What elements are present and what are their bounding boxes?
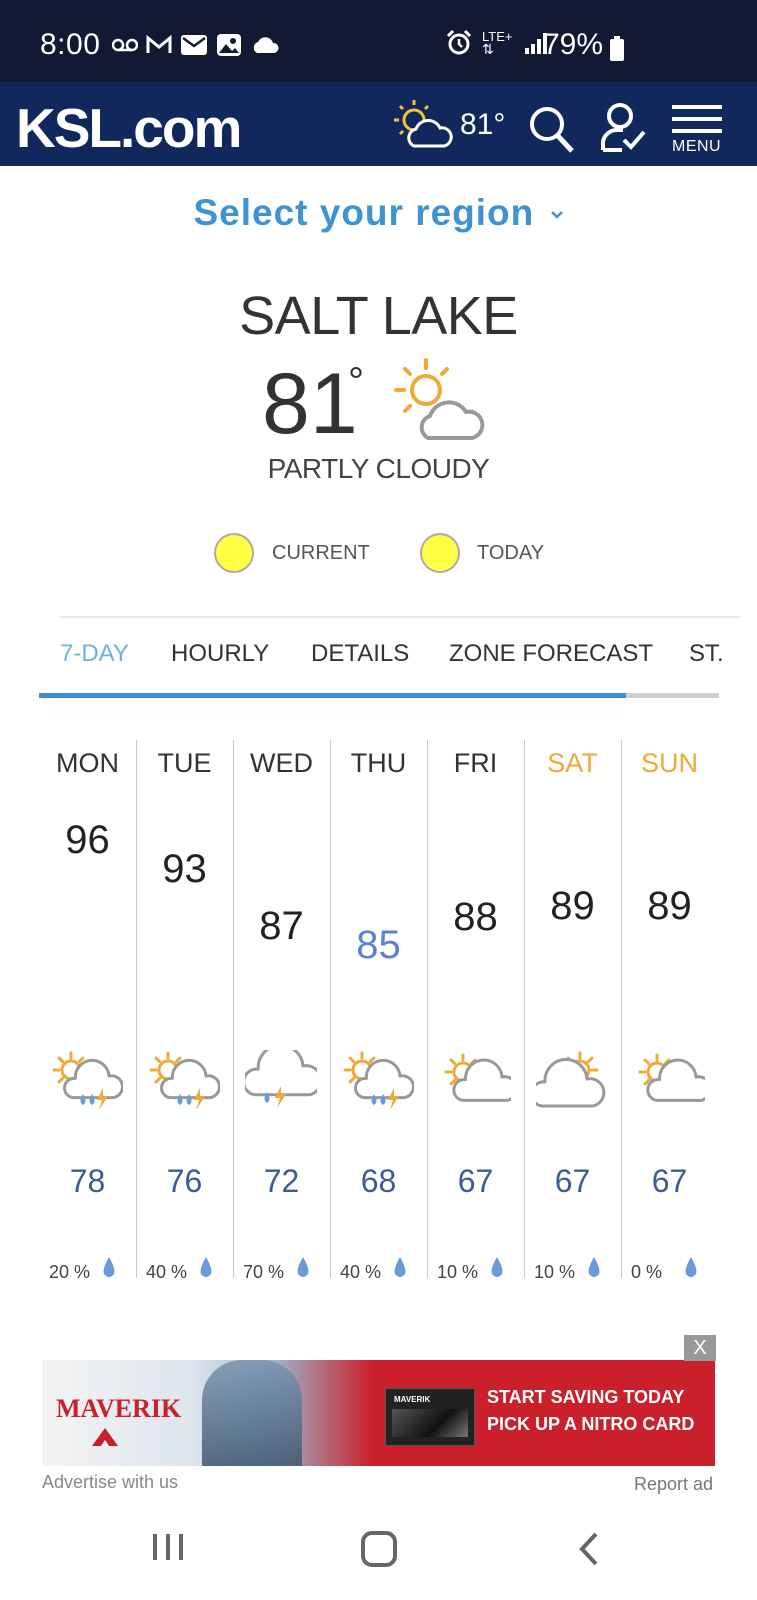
ksl-logo[interactable]: KSL.com xyxy=(16,96,242,160)
legend-today-dot xyxy=(420,533,460,573)
tab-hourly[interactable]: HOURLY xyxy=(171,640,269,668)
forecast-precip-chance: 70 % xyxy=(243,1262,285,1282)
tab-7-day[interactable]: 7-DAY xyxy=(60,640,129,668)
forecast-high-temp: 96 xyxy=(65,818,110,862)
search-icon[interactable] xyxy=(527,104,575,154)
forecast-day-name: FRI xyxy=(453,748,498,778)
forecast-day-name: WED xyxy=(250,748,313,778)
nitro-card-image: MAVERIK xyxy=(385,1388,475,1446)
forecast-precip-chance: 0 % xyxy=(631,1262,663,1282)
system-icons: LTE+ ⇅ xyxy=(446,30,550,56)
tab-zone-forecast[interactable]: ZONE FORECAST xyxy=(449,640,653,668)
forecast-low-temp: 76 xyxy=(166,1163,203,1199)
card-graphic xyxy=(392,1409,468,1437)
advertise-link[interactable]: Advertise with us xyxy=(42,1472,178,1493)
current-temperature: 81 xyxy=(262,356,358,452)
sun-cloud-thunder-rain-icon xyxy=(343,1051,414,1110)
advertisement[interactable]: MAVERIK MAVERIK START SAVING TODAY PICK … xyxy=(42,1360,715,1466)
ad-person xyxy=(202,1360,302,1466)
partly-cloudy-icon xyxy=(638,1053,705,1102)
forecast-day-name: SUN xyxy=(640,748,698,778)
battery-icon xyxy=(610,36,624,61)
partly-cloudy-icon xyxy=(394,100,453,148)
menu-label[interactable]: MENU xyxy=(672,138,721,156)
raindrop-icon xyxy=(394,1257,406,1277)
header-temperature[interactable]: 81° xyxy=(460,108,505,142)
account-icon[interactable] xyxy=(600,102,646,154)
mail-icon xyxy=(181,35,207,55)
legend-today-label: TODAY xyxy=(477,542,545,564)
forecast-low-temp: 78 xyxy=(69,1163,106,1199)
partly-cloudy-icon xyxy=(444,1053,511,1102)
forecast-day-name: TUE xyxy=(157,748,212,778)
back-icon[interactable] xyxy=(576,1530,604,1568)
card-brand: MAVERIK xyxy=(394,1395,431,1404)
raindrop-icon xyxy=(491,1257,503,1277)
forecast-precip-chance: 40 % xyxy=(146,1262,188,1282)
tab-details[interactable]: DETAILS xyxy=(311,640,409,668)
alarm-icon xyxy=(446,30,472,55)
gmail-icon xyxy=(146,35,172,53)
ad-close-button[interactable]: X xyxy=(684,1335,716,1361)
ad-brand: MAVERIK xyxy=(56,1394,182,1423)
ad-line-2: PICK UP A NITRO CARD xyxy=(487,1414,695,1434)
forecast-high-temp: 89 xyxy=(550,884,595,928)
legend-current-dot xyxy=(214,533,254,573)
battery-label: 79% xyxy=(543,28,604,61)
region-selector[interactable]: Select your region xyxy=(0,192,757,234)
forecast-precip-chance: 10 % xyxy=(534,1262,576,1282)
forecast-low-temp: 68 xyxy=(360,1163,397,1199)
maverik-mountain-icon xyxy=(92,1428,118,1446)
forecast-high-temp: 87 xyxy=(259,904,304,948)
status-time: 8:00 xyxy=(40,28,101,61)
forecast-day-name: SAT xyxy=(547,748,598,778)
sun-cloud-thunder-rain-icon xyxy=(149,1051,220,1110)
forecast-precip-chance: 20 % xyxy=(49,1262,91,1282)
forecast-precip-chance: 40 % xyxy=(340,1262,382,1282)
forecast-low-temp: 67 xyxy=(554,1163,591,1199)
forecast-day-name: MON xyxy=(56,748,119,778)
raindrop-icon xyxy=(685,1257,697,1277)
mostly-cloudy-icon xyxy=(536,1051,606,1108)
forecast-high-temp: 89 xyxy=(647,884,692,928)
raindrop-icon xyxy=(588,1257,600,1277)
cloud-icon xyxy=(253,37,279,53)
image-icon xyxy=(217,34,241,56)
cloud-thunder-rain-icon xyxy=(245,1050,317,1108)
recent-apps-icon[interactable] xyxy=(150,1530,186,1564)
raindrop-icon xyxy=(297,1257,309,1277)
forecast-high-temp: 93 xyxy=(162,847,207,891)
notification-icons xyxy=(112,33,280,57)
forecast-high-temp: 85 xyxy=(356,923,401,967)
degree-symbol: ° xyxy=(348,360,364,404)
ad-line-1: START SAVING TODAY xyxy=(487,1387,685,1407)
chevron-down-icon xyxy=(550,211,563,219)
report-ad-link[interactable]: Report ad xyxy=(634,1474,713,1495)
forecast-low-temp: 72 xyxy=(263,1163,300,1199)
raindrop-icon xyxy=(200,1257,212,1277)
voicemail-icon xyxy=(112,38,138,52)
tab-scrollbar-thumb[interactable] xyxy=(39,693,626,698)
current-condition: PARTLY CLOUDY xyxy=(267,453,490,484)
forecast-low-temp: 67 xyxy=(651,1163,688,1199)
region-label: Select your region xyxy=(193,192,535,233)
network-type: LTE+ ⇅ xyxy=(482,28,513,57)
forecast-high-temp: 88 xyxy=(453,895,498,939)
sun-cloud-thunder-rain-icon xyxy=(52,1051,123,1110)
home-icon[interactable] xyxy=(360,1530,398,1568)
menu-icon[interactable] xyxy=(672,105,722,135)
forecast-precip-chance: 10 % xyxy=(437,1262,479,1282)
city-name: SALT LAKE xyxy=(239,286,518,346)
forecast-low-temp: 67 xyxy=(457,1163,494,1199)
battery-percent: 79% xyxy=(543,28,603,62)
tab-st[interactable]: ST. xyxy=(689,640,724,668)
legend-current-label: CURRENT xyxy=(272,542,370,564)
tabs-divider xyxy=(60,616,740,618)
forecast-day-name: THU xyxy=(350,748,407,778)
raindrop-icon xyxy=(103,1257,115,1277)
status-bar: 8:00 LTE+ ⇅ 79% xyxy=(0,0,757,82)
current-weather-icon xyxy=(394,358,485,440)
